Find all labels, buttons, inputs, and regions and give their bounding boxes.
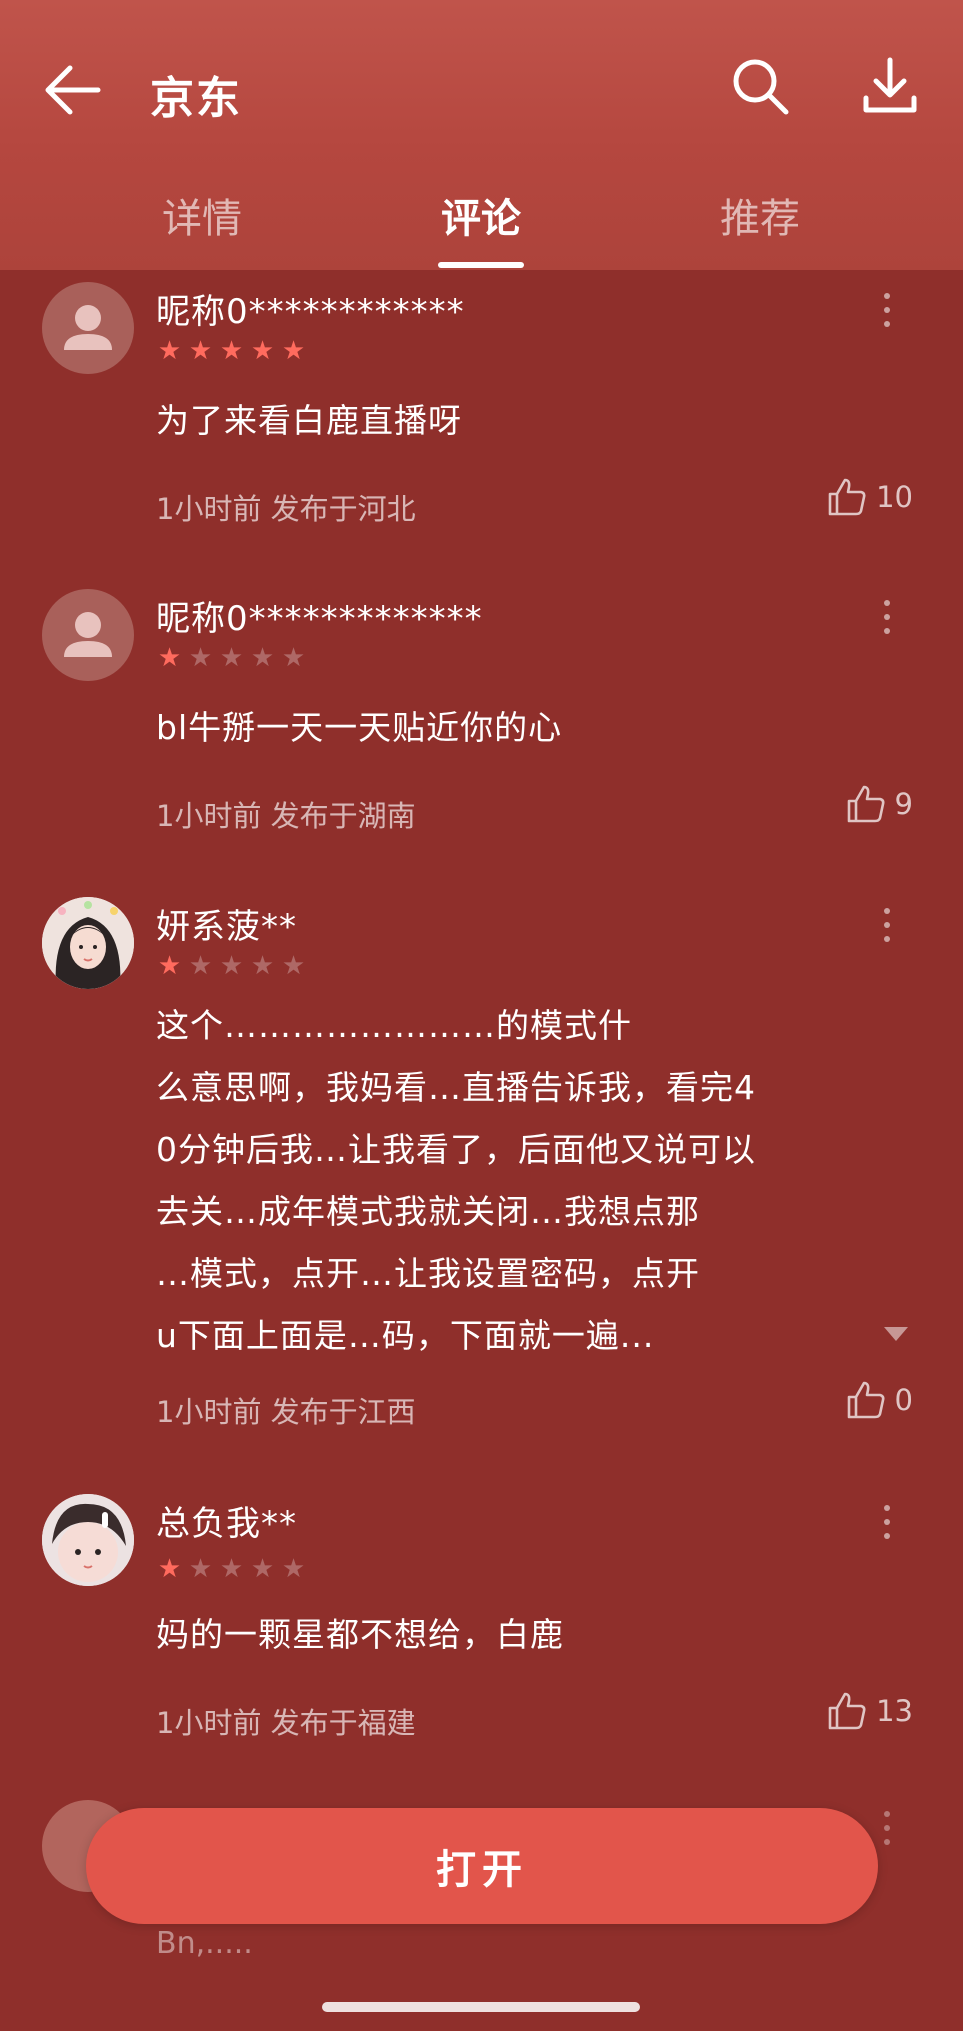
active-tab-indicator [438, 262, 524, 268]
star-icon: ★ [157, 951, 182, 981]
comment-nickname: 总负我** [156, 1504, 297, 1544]
star-icon: ★ [250, 951, 275, 981]
star-rating: ★ ★ ★ ★ ★ [156, 1556, 307, 1582]
comment-text-line: u下面上面是…码，下面就一遍... [156, 1316, 655, 1355]
default-avatar-icon [64, 305, 112, 350]
more-options-icon[interactable] [880, 1502, 894, 1542]
comment-item: 昵称0************* ★ ★ ★ ★ ★ bl牛掰一天一天贴近你的心 1小时… [0, 577, 963, 877]
star-rating: ★ ★ ★ ★ ★ [156, 645, 307, 671]
user-photo-icon [42, 1494, 134, 1586]
star-icon: ★ [219, 643, 244, 673]
comment-item: 昵称0************ ★ ★ ★ ★ ★ 为了来看白鹿直播呀 1小时前 发布于… [0, 270, 963, 570]
star-icon: ★ [281, 643, 306, 673]
star-icon: ★ [250, 336, 275, 366]
avatar[interactable] [42, 589, 134, 681]
like-count: 10 [876, 480, 913, 514]
like-button[interactable]: 0 [845, 1379, 913, 1421]
avatar[interactable] [42, 282, 134, 374]
star-icon: ★ [219, 336, 244, 366]
avatar[interactable] [42, 1494, 134, 1586]
comment-text-line: …模式，点开…让我设置密码，点开 [156, 1254, 700, 1293]
comment-text: bl牛掰一天一天贴近你的心 [156, 708, 563, 747]
default-avatar-icon [64, 612, 112, 657]
comment-item: 总负我** ★ ★ ★ ★ ★ 妈的一颗星都不想给，白鹿 1小时前 发布于福建 13 [0, 1488, 963, 1778]
star-icon: ★ [281, 1554, 306, 1584]
avatar[interactable] [42, 897, 134, 989]
open-app-button[interactable]: 打开 [86, 1808, 878, 1924]
star-icon: ★ [281, 951, 306, 981]
comments-page: 京东 详情 评论 推荐 昵称0************ ★ ★ ★ ★ ★ 为了… [0, 0, 963, 2031]
star-icon: ★ [157, 336, 182, 366]
more-options-icon[interactable] [880, 597, 894, 637]
tab-bar: 详情 评论 推荐 [0, 170, 963, 270]
star-icon: ★ [281, 336, 306, 366]
expand-triangle-icon[interactable] [882, 1325, 910, 1343]
comment-meta: 1小时前 发布于福建 [156, 1706, 416, 1740]
user-photo-icon [42, 897, 134, 989]
like-count: 9 [894, 787, 913, 821]
comment-meta: 1小时前 发布于江西 [156, 1395, 416, 1429]
comment-text-line: 这个……………………的模式什 [156, 1006, 632, 1045]
comment-item: 妍系菠** ★ ★ ★ ★ ★ 这个……………………的模式什 么意思啊，我妈看…直播告诉… [0, 885, 963, 1429]
thumbs-up-icon [847, 1381, 885, 1419]
star-icon: ★ [219, 951, 244, 981]
thumbs-up-icon [847, 785, 885, 823]
back-arrow-icon[interactable] [42, 62, 102, 118]
comment-meta: 1小时前 发布于湖南 [156, 799, 416, 833]
star-rating: ★ ★ ★ ★ ★ [156, 338, 307, 364]
like-count: 13 [876, 1694, 913, 1728]
comment-nickname: 昵称0************ [156, 292, 465, 332]
star-icon: ★ [250, 643, 275, 673]
more-options-icon [884, 1811, 890, 1845]
like-button[interactable]: 9 [845, 783, 913, 825]
star-icon: ★ [219, 1554, 244, 1584]
star-icon: ★ [157, 1554, 182, 1584]
thumbs-up-icon [828, 1692, 866, 1730]
partial-comment-text: Bn,..... [156, 1926, 253, 1961]
header: 京东 详情 评论 推荐 [0, 0, 963, 270]
star-icon: ★ [188, 1554, 213, 1584]
home-indicator[interactable] [322, 2002, 640, 2012]
download-icon[interactable] [858, 54, 922, 118]
thumbs-up-icon [828, 478, 866, 516]
star-icon: ★ [157, 643, 182, 673]
like-button[interactable]: 13 [826, 1690, 913, 1732]
comment-text: 为了来看白鹿直播呀 [156, 401, 462, 440]
tab-comments[interactable]: 评论 [401, 186, 561, 244]
comment-text-line: 去关…成年模式我就关闭…我想点那 [156, 1192, 700, 1231]
star-icon: ★ [250, 1554, 275, 1584]
comment-nickname: 妍系菠** [156, 907, 297, 947]
top-bar: 京东 [0, 40, 963, 140]
search-icon[interactable] [728, 54, 792, 118]
comment-nickname: 昵称0************* [156, 599, 483, 639]
tab-details[interactable]: 详情 [122, 186, 282, 244]
comment-text-multiline: 这个……………………的模式什 么意思啊，我妈看…直播告诉我，看完4 0分钟后我…… [156, 995, 896, 1367]
tab-recommend[interactable]: 推荐 [680, 186, 840, 244]
star-icon: ★ [188, 643, 213, 673]
page-title: 京东 [150, 73, 242, 124]
more-options-icon[interactable] [880, 290, 894, 330]
comment-text: 妈的一颗星都不想给，白鹿 [156, 1615, 564, 1654]
star-icon: ★ [188, 951, 213, 981]
comment-meta: 1小时前 发布于河北 [156, 492, 416, 526]
star-icon: ★ [188, 336, 213, 366]
more-options-icon[interactable] [880, 905, 894, 945]
like-button[interactable]: 10 [826, 476, 913, 518]
comment-text-line: 0分钟后我…让我看了，后面他又说可以 [156, 1130, 756, 1169]
star-rating: ★ ★ ★ ★ ★ [156, 953, 307, 979]
comment-text-line: 么意思啊，我妈看…直播告诉我，看完4 [156, 1068, 756, 1107]
like-count: 0 [894, 1383, 913, 1417]
